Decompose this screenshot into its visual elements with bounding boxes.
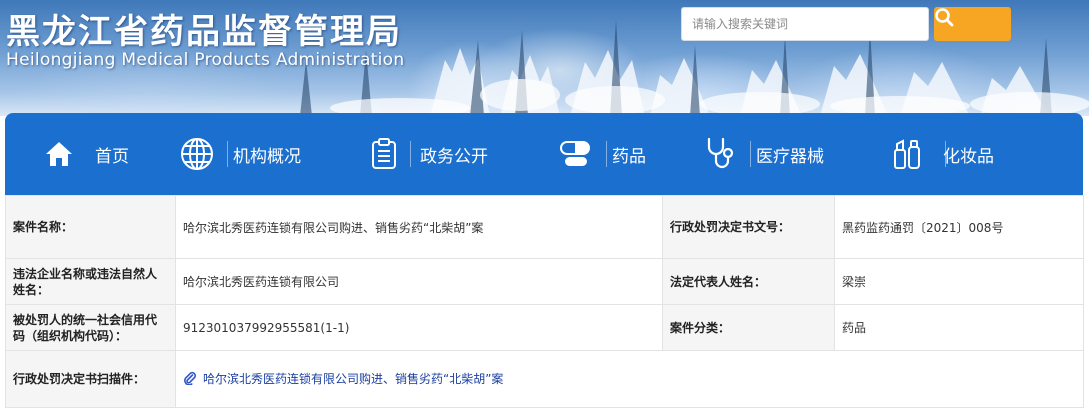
nav-item-about[interactable]: 机构概况 [179,113,301,195]
search-icon [935,8,954,27]
decision-number-label: 行政处罚决定书文号： [662,195,835,259]
site-title-english: Heilongjiang Medical Products Administra… [6,50,405,70]
site-title: 黑龙江省药品监督管理局 [6,12,402,52]
stethoscope-icon [702,136,738,172]
legal-representative-label: 法定代表人姓名： [662,258,835,305]
attachment-link-text: 哈尔滨北秀医药连锁有限公司购进、销售劣药“北柴胡”案 [203,371,504,386]
pill-icon [558,136,594,172]
decision-number-value: 黑药监药通罚〔2021〕008号 [834,195,1084,259]
nav-item-government-affairs[interactable]: 政务公开 [366,113,488,195]
attachment-label: 行政处罚决定书扫描件： [5,350,176,408]
nav-label: 药品 [612,146,646,167]
cosmetics-icon [889,136,925,172]
globe-icon [179,136,215,172]
violator-name-label: 违法企业名称或违法自然人姓名： [5,258,176,305]
nav-item-home[interactable]: 首页 [41,113,129,195]
nav-divider [606,141,607,167]
attachment-cell: 哈尔滨北秀医药连锁有限公司购进、销售劣药“北柴胡”案 [175,350,1084,408]
nav-item-drugs[interactable]: 药品 [558,113,646,195]
nav-divider [945,141,946,167]
credit-code-label: 被处罚人的统一社会信用代码（组织机构代码）： [5,304,176,351]
nav-divider [410,141,411,167]
case-category-label: 案件分类： [662,304,835,351]
nav-label: 首页 [95,146,129,167]
search-input[interactable] [681,7,929,41]
case-name-value: 哈尔滨北秀医药连锁有限公司购进、销售劣药“北柴胡”案 [175,195,663,259]
case-category-value: 药品 [834,304,1084,351]
violator-name-value: 哈尔滨北秀医药连锁有限公司 [175,258,663,305]
credit-code-value: 912301037992955581(1-1) [175,304,663,351]
nav-divider [227,141,228,167]
nav-label: 机构概况 [233,146,301,167]
nav-label: 政务公开 [420,146,488,167]
case-name-label: 案件名称： [5,195,176,259]
legal-representative-value: 梁崇 [834,258,1084,305]
home-icon [41,136,77,172]
nav-label: 医疗器械 [756,146,824,167]
header-banner: 黑龙江省药品监督管理局 Heilongjiang Medical Product… [0,0,1089,116]
nav-item-medical-devices[interactable]: 医疗器械 [702,113,824,195]
table-row: 被处罚人的统一社会信用代码（组织机构代码）： 91230103799295558… [5,304,1084,351]
attachment-link[interactable]: 哈尔滨北秀医药连锁有限公司购进、销售劣药“北柴胡”案 [183,370,503,387]
table-row: 案件名称： 哈尔滨北秀医药连锁有限公司购进、销售劣药“北柴胡”案 行政处罚决定书… [5,195,1084,259]
table-row: 违法企业名称或违法自然人姓名： 哈尔滨北秀医药连锁有限公司 法定代表人姓名： 梁… [5,258,1084,305]
search-button[interactable] [934,7,1011,41]
case-info-table: 案件名称： 哈尔滨北秀医药连锁有限公司购进、销售劣药“北柴胡”案 行政处罚决定书… [5,195,1084,408]
nav-label: 化妆品 [943,146,994,167]
nav-item-cosmetics[interactable]: 化妆品 [889,113,994,195]
nav-divider [750,141,751,167]
clipboard-icon [366,136,402,172]
table-row: 行政处罚决定书扫描件： 哈尔滨北秀医药连锁有限公司购进、销售劣药“北柴胡”案 [5,350,1084,408]
paperclip-icon [183,371,197,386]
main-nav: 首页 机构概况 政务公开 药品 医疗器械 化妆品 [5,113,1083,195]
